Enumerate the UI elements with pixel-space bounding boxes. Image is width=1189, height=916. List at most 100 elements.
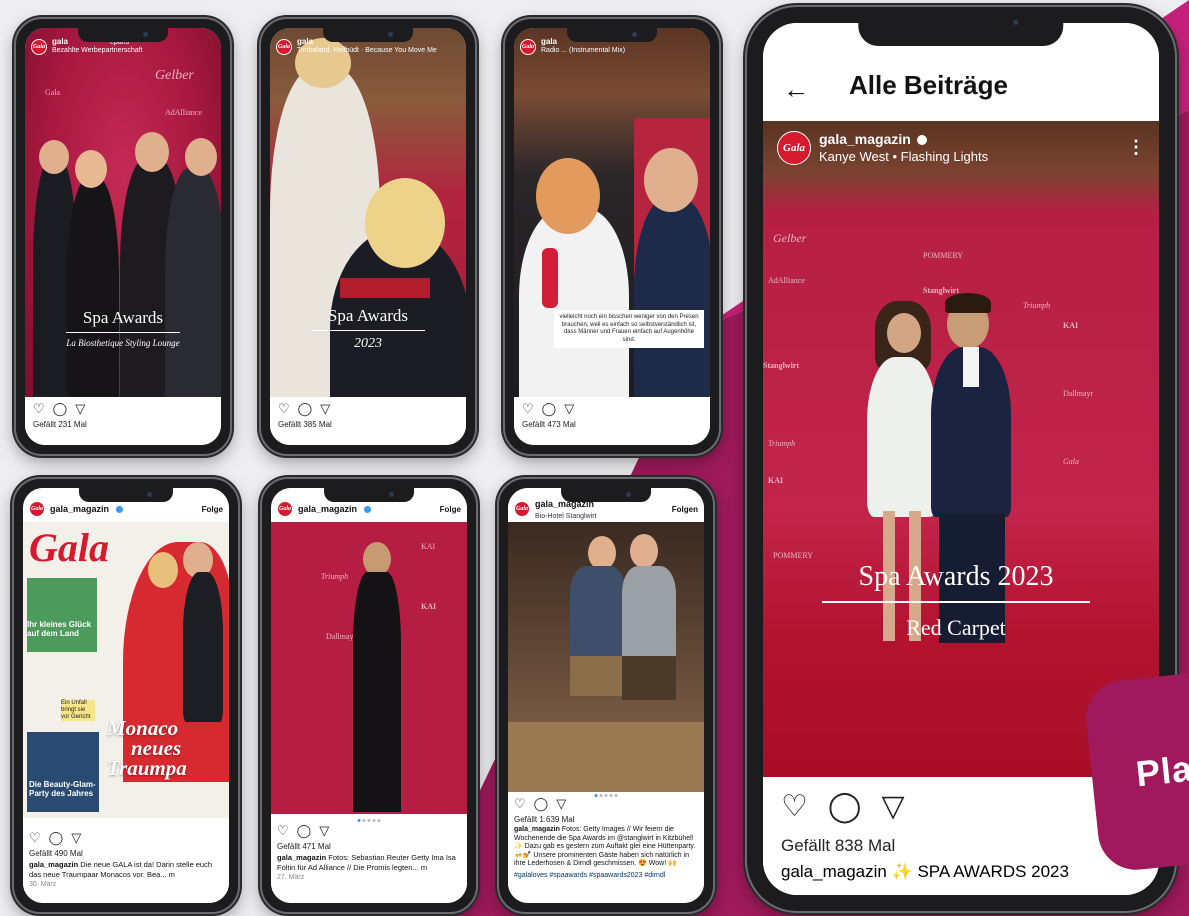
heart-icon[interactable]: ♡ [278,401,290,417]
likes-count[interactable]: Gefällt 471 Mal [277,842,461,851]
person-figure [867,357,937,517]
share-icon[interactable]: ▽ [881,789,904,824]
gala-avatar[interactable]: Gala [777,131,811,165]
post-account[interactable]: gala_magazin [298,504,357,514]
post-account[interactable]: gala_magazin [50,504,109,514]
post-bottom-3: ♡ ◯ ▽ Gefällt 1.639 Mal gala_magazin Fot… [508,792,704,903]
wall-logo: Stanglwirt [923,286,959,295]
gala-avatar[interactable]: Gala [514,501,530,517]
wall-logo: Stanglwirt [763,361,799,370]
back-arrow-icon[interactable]: ← [783,76,809,102]
wall-logo: AdAlliance [165,108,202,117]
likes-count[interactable]: Gefällt 838 Mal [781,836,1141,856]
wall-logo: Triumph [768,439,796,448]
heart-icon[interactable]: ♡ [522,401,534,417]
heart-icon[interactable]: ♡ [29,830,41,846]
share-icon[interactable]: ▽ [320,401,330,417]
reel-action-bar: ♡ ◯ ▽ Gefällt 385 Mal [270,397,466,445]
gala-avatar[interactable]: Gala [31,38,47,55]
wall-logo: Gala [1063,457,1079,466]
post-image-1[interactable]: Gala Ihr kleines Glück auf dem Land Ein … [23,522,229,818]
likes-count[interactable]: Gefällt 490 Mal [29,849,223,858]
share-icon[interactable]: ▽ [564,401,574,417]
magazine-masthead: Gala [29,525,109,570]
reel-audio: Radio ... (Instrumental Mix) [541,47,626,54]
magazine-side-3: Ein Unfall bringt sie vor Gericht [61,700,95,721]
caption-user[interactable]: gala_magazin [514,826,560,833]
featured-account[interactable]: gala_magazin [819,131,911,147]
post-bottom-1: ♡ ◯ ▽ Gefällt 490 Mal gala_magazin Die n… [23,826,229,903]
comment-icon[interactable]: ◯ [828,789,862,824]
wall-logo: POMMERY [773,551,814,560]
person-figure [519,208,629,397]
featured-audio[interactable]: Kanye West • Flashing Lights [819,148,988,165]
post-date: 27. März [277,874,305,881]
magazine-headline-3: Traumpa [107,756,187,780]
follow-button[interactable]: Folgen [672,505,698,514]
comment-icon[interactable]: ◯ [534,796,549,812]
share-icon[interactable]: ▽ [71,830,81,846]
heart-icon[interactable]: ♡ [781,789,808,824]
heart-icon[interactable]: ♡ [33,401,45,417]
post-hashtags[interactable]: #galaloves #spaawards #spaawards2023 #di… [514,871,698,881]
likes-count[interactable]: Gefällt 473 Mal [522,420,702,429]
wall-logo: KAI [1063,321,1079,330]
caption-user[interactable]: gala_magazin [781,862,887,881]
comment-icon[interactable]: ◯ [542,401,557,417]
reel-account[interactable]: gala [541,37,557,46]
wall-logo: Dallmayr [326,632,357,641]
wall-logo: Gelber [155,68,194,83]
comment-icon[interactable]: ◯ [297,823,312,839]
post-image-2[interactable]: KAI Triumph KAI Dallmayr [271,522,467,814]
reel-action-bar: ♡ ◯ ▽ Gefällt 231 Mal [25,397,221,445]
reel-action-bar: ♡ ◯ ▽ Gefällt 473 Mal [514,397,710,445]
reel-phone-1: Gelber Gala AdAlliance Gala gala eparis B… [14,17,232,456]
verified-icon [116,505,124,513]
follow-button[interactable]: Folge [202,505,223,514]
featured-video[interactable]: Gala gala_magazin Kanye West • Flashing … [763,121,1159,777]
comment-icon[interactable]: ◯ [298,401,313,417]
comment-icon[interactable]: ◯ [53,401,68,417]
caption-user[interactable]: gala_magazin [277,853,326,862]
heart-icon[interactable]: ♡ [514,796,526,812]
caption-user[interactable]: gala_magazin [29,860,78,869]
share-icon[interactable]: ▽ [75,401,85,417]
post-location[interactable]: Bio-Hotel Stanglwirt [535,513,596,520]
person-figure [67,178,119,397]
share-icon[interactable]: ▽ [319,823,329,839]
post-phone-2: Gala gala_magazin Folge KAI Triumph KAI … [260,477,478,914]
reel-overlay-title: Spa Awards 2023 [270,306,466,352]
post-image-3[interactable] [508,522,704,792]
gala-avatar[interactable]: Gala [277,501,293,517]
share-icon[interactable]: ▽ [556,796,566,812]
post-caption: gala_magazin Fotos: Getty Images // Wir … [514,826,698,869]
reel-account[interactable]: gala [297,37,313,46]
heart-icon[interactable]: ♡ [277,823,289,839]
verified-icon [364,505,372,513]
reel-phone-3: vielleicht noch ein bisschen weniger von… [503,17,721,456]
reel-account[interactable]: gala [52,37,68,46]
post-date: 30. März [29,881,57,888]
gala-avatar[interactable]: Gala [276,38,292,55]
person-figure [634,198,710,397]
more-options-icon[interactable]: ⋮ [1127,137,1145,158]
reel-title: Spa Awards [327,306,409,325]
featured-title: Spa Awards 2023 [858,561,1054,592]
reel-video-3[interactable]: vielleicht noch ein bisschen weniger von… [514,28,710,397]
likes-count[interactable]: Gefällt 385 Mal [278,420,458,429]
microphone-icon [542,248,558,308]
comment-icon[interactable]: ◯ [49,830,64,846]
wall-logo: AdAlliance [768,276,805,285]
post-caption: gala_magazin Die neue GALA ist da! Darin… [29,860,223,879]
post-bottom-2: ♡ ◯ ▽ Gefällt 471 Mal gala_magazin Fotos… [271,819,467,903]
wall-logo: KAI [421,602,437,611]
likes-count[interactable]: Gefällt 1.639 Mal [514,815,698,824]
gala-avatar[interactable]: Gala [520,38,536,55]
gala-avatar[interactable]: Gala [29,501,45,517]
wall-logo: POMMERY [923,251,964,260]
follow-button[interactable]: Folge [440,505,461,514]
post-caption: gala_magazin Fotos: Sebastian Reuter Get… [277,853,461,872]
reel-audio: Bezahlte Werbepartnerschaft [52,47,143,54]
likes-count[interactable]: Gefällt 231 Mal [33,420,213,429]
featured-subtitle: Red Carpet [906,615,1006,640]
